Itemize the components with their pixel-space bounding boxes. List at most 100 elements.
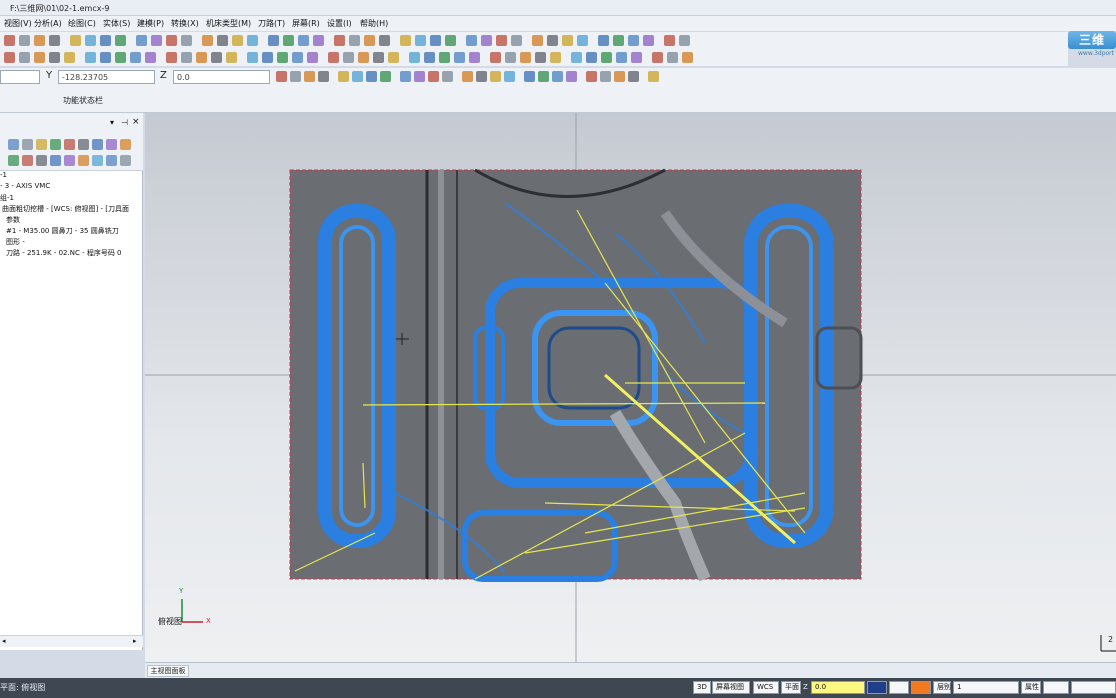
toolbar-icon[interactable] [682, 52, 693, 63]
toolbar-icon[interactable] [445, 35, 456, 46]
toolbar-icon[interactable] [145, 52, 156, 63]
toolbar-icon[interactable] [600, 71, 611, 82]
toolbar-icon[interactable] [34, 35, 45, 46]
toolbar-icon[interactable] [469, 52, 480, 63]
toolbar-icon[interactable] [466, 35, 477, 46]
x-coordinate-input[interactable] [0, 70, 40, 84]
toolbar-icon[interactable] [64, 52, 75, 63]
color-swatch-main[interactable] [867, 681, 887, 694]
toolbar-icon[interactable] [550, 52, 561, 63]
scroll-right-icon[interactable]: ▸ [133, 637, 137, 645]
toolbar-icon[interactable] [85, 35, 96, 46]
toolbar-icon[interactable] [4, 35, 15, 46]
toolbar-icon[interactable] [652, 52, 663, 63]
toolbar-icon[interactable] [490, 52, 501, 63]
toolbar-icon[interactable] [504, 71, 515, 82]
toolbar-icon[interactable] [566, 71, 577, 82]
toolbar-icon[interactable] [628, 35, 639, 46]
tree-item[interactable]: 刀路 - 251.9K - 02.NC - 程序号码 0 [0, 248, 143, 259]
toolbar-icon[interactable] [586, 71, 597, 82]
panel-tool-icon[interactable] [78, 155, 89, 166]
toolbar-icon[interactable] [226, 52, 237, 63]
tree-item[interactable]: 组-1 [0, 193, 143, 204]
toolbar-icon[interactable] [232, 35, 243, 46]
panel-tool-icon[interactable] [50, 139, 61, 150]
horizontal-scrollbar[interactable]: ◂ ▸ [0, 635, 143, 647]
toolbar-icon[interactable] [298, 35, 309, 46]
toolbar-icon[interactable] [601, 52, 612, 63]
toolbar-icon[interactable] [380, 71, 391, 82]
toolbar-icon[interactable] [181, 35, 192, 46]
toolbar-icon[interactable] [307, 52, 318, 63]
toolbar-icon[interactable] [166, 52, 177, 63]
menu-model[interactable]: 建模(P) [137, 18, 164, 29]
toolbar-icon[interactable] [19, 35, 30, 46]
toolbar-icon[interactable] [571, 52, 582, 63]
toolbar-icon[interactable] [552, 71, 563, 82]
menu-analysis[interactable]: 分析(A) [34, 18, 62, 29]
toolbar-icon[interactable] [400, 71, 411, 82]
toolbar-icon[interactable] [562, 35, 573, 46]
point-style-button[interactable] [889, 681, 909, 694]
toolbar-icon[interactable] [532, 35, 543, 46]
toolbar-icon[interactable] [424, 52, 435, 63]
panel-tool-icon[interactable] [120, 139, 131, 150]
panel-tool-icon[interactable] [36, 139, 47, 150]
panel-tool-icon[interactable] [64, 155, 75, 166]
wcs-button[interactable]: WCS [753, 681, 779, 694]
toolbar-icon[interactable] [292, 52, 303, 63]
toolbar-icon[interactable] [343, 52, 354, 63]
toolbar-icon[interactable] [115, 35, 126, 46]
panel-tool-icon[interactable] [64, 139, 75, 150]
toolbar-icon[interactable] [409, 52, 420, 63]
toolbar-icon[interactable] [415, 35, 426, 46]
3d-toggle-button[interactable]: 3D [693, 681, 711, 694]
menu-view[interactable]: 视图(V) [4, 18, 32, 29]
toolbar-icon[interactable] [414, 71, 425, 82]
toolbar-icon[interactable] [166, 35, 177, 46]
toolbar-icon[interactable] [462, 71, 473, 82]
toolbar-icon[interactable] [428, 71, 439, 82]
toolbar-icon[interactable] [505, 52, 516, 63]
toolbar-icon[interactable] [268, 35, 279, 46]
plane-button[interactable]: 平面 [781, 681, 801, 694]
z-depth-input[interactable]: 0.0 [811, 681, 865, 694]
toolbar-icon[interactable] [247, 35, 258, 46]
panel-tool-icon[interactable] [50, 155, 61, 166]
menu-toolpath[interactable]: 刀路(T) [258, 18, 285, 29]
toolbar-icon[interactable] [538, 71, 549, 82]
layer-label-button[interactable]: 层别 [933, 681, 951, 694]
toolbar-icon[interactable] [70, 35, 81, 46]
panel-tool-icon[interactable] [92, 155, 103, 166]
panel-tool-icon[interactable] [8, 139, 19, 150]
panel-tool-icon[interactable] [120, 155, 131, 166]
toolbar-icon[interactable] [313, 35, 324, 46]
panel-tool-icon[interactable] [106, 155, 117, 166]
tab-main-view-sheet[interactable]: 主视图面板 [147, 665, 189, 677]
tree-item[interactable]: 曲面粗切挖槽 - [WCS: 俯视图] - [刀具面 [0, 204, 143, 215]
toolbar-icon[interactable] [643, 35, 654, 46]
toolbar-icon[interactable] [34, 52, 45, 63]
toolbar-icon[interactable] [318, 71, 329, 82]
toolbar-icon[interactable] [290, 71, 301, 82]
menu-transform[interactable]: 转换(X) [171, 18, 199, 29]
toolbar-icon[interactable] [366, 71, 377, 82]
toolbar-icon[interactable] [217, 35, 228, 46]
scroll-left-icon[interactable]: ◂ [2, 637, 6, 645]
panel-tool-icon[interactable] [22, 139, 33, 150]
toolbar-icon[interactable] [586, 52, 597, 63]
toolbar-icon[interactable] [481, 35, 492, 46]
panel-tool-icon[interactable] [106, 139, 117, 150]
toolbar-icon[interactable] [577, 35, 588, 46]
toolbar-icon[interactable] [283, 35, 294, 46]
toolbar-icon[interactable] [373, 52, 384, 63]
toolbar-icon[interactable] [100, 52, 111, 63]
toolbar-icon[interactable] [628, 71, 639, 82]
toolbar-icon[interactable] [49, 52, 60, 63]
toolbar-icon[interactable] [115, 52, 126, 63]
toolbar-icon[interactable] [349, 35, 360, 46]
toolbar-icon[interactable] [196, 52, 207, 63]
toolbar-icon[interactable] [664, 35, 675, 46]
panel-menu-icon[interactable]: ▾ [110, 118, 114, 127]
toolbar-icon[interactable] [334, 35, 345, 46]
